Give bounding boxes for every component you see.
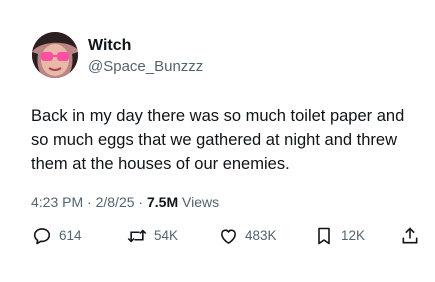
meta-separator: · — [87, 194, 92, 210]
share-button[interactable] — [399, 225, 421, 247]
like-icon — [217, 225, 239, 247]
tweet-date[interactable]: 2/8/25 — [96, 194, 135, 210]
share-icon — [399, 225, 421, 247]
display-name[interactable]: Witch — [88, 36, 131, 56]
views-count: 7.5M — [146, 194, 179, 210]
tweet-card: Witch @Space_Bunzzz Back in my day there… — [0, 0, 435, 282]
avatar-image — [32, 32, 78, 78]
repost-button[interactable]: 54K — [126, 225, 178, 247]
like-button[interactable]: 483K — [217, 225, 277, 247]
tweet-meta: 4:23 PM · 2/8/25 · 7.5M Views — [31, 193, 219, 211]
views-label: Views — [182, 194, 220, 210]
like-count: 483K — [245, 228, 277, 243]
bookmark-icon — [313, 225, 335, 247]
avatar[interactable] — [32, 32, 78, 78]
user-handle[interactable]: @Space_Bunzzz — [88, 57, 203, 77]
tweet-text: Back in my day there was so much toilet … — [31, 107, 405, 173]
repost-icon — [126, 225, 148, 247]
reply-count: 614 — [59, 228, 82, 243]
bookmark-button[interactable]: 12K — [313, 225, 365, 247]
meta-separator: · — [138, 194, 144, 210]
action-bar: 614 54K 483K 12K — [31, 225, 421, 247]
reply-button[interactable]: 614 — [31, 225, 82, 247]
repost-count: 54K — [154, 228, 179, 243]
bookmark-count: 12K — [341, 228, 366, 243]
tweet-time[interactable]: 4:23 PM — [31, 194, 83, 210]
reply-icon — [31, 225, 53, 247]
